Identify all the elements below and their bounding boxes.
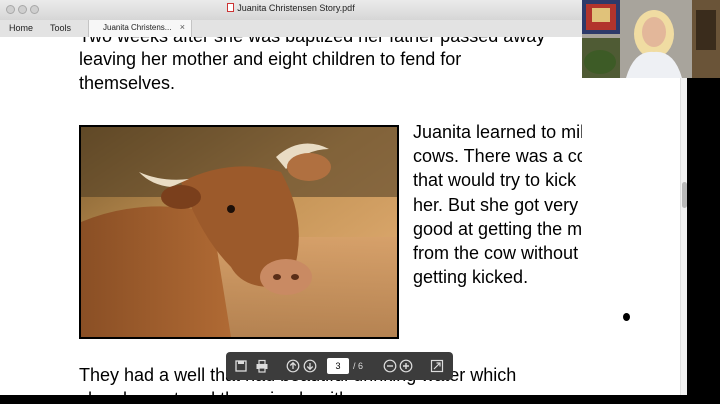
scrollbar-thumb[interactable] (682, 182, 687, 208)
mouse-cursor-icon (623, 313, 630, 321)
tab-document[interactable]: Juanita Christens... × (88, 20, 192, 37)
print-icon[interactable] (255, 359, 269, 373)
window-title-text: Juanita Christensen Story.pdf (237, 3, 355, 13)
page-number-input[interactable]: 3 (327, 358, 349, 374)
cow-illustration (81, 127, 397, 337)
tab-bar: Home Tools Juanita Christens... × (0, 20, 582, 38)
page-up-icon[interactable] (286, 359, 300, 373)
zoom-out-icon[interactable] (383, 359, 397, 373)
total-pages: / 6 (353, 361, 364, 371)
save-icon[interactable] (234, 359, 248, 373)
nav-home[interactable]: Home (9, 21, 33, 36)
document-page: Two weeks after she was baptized her fat… (0, 37, 582, 395)
cow-photo (79, 125, 399, 339)
floating-page-toolbar: 3 / 6 (226, 352, 453, 380)
side-paragraph: Juanita learned to milk cows. There was … (413, 122, 582, 288)
page-down-icon[interactable] (303, 359, 317, 373)
tab-close-icon[interactable]: × (180, 22, 185, 32)
webcam-overlay (582, 0, 720, 78)
title-bar: Juanita Christensen Story.pdf (0, 0, 582, 21)
vertical-scrollbar[interactable] (680, 78, 687, 395)
zoom-in-icon[interactable] (399, 359, 413, 373)
pdf-file-icon (227, 3, 235, 12)
doc-line-2: themselves. (79, 73, 176, 93)
document-page-margin (582, 78, 680, 395)
doc-line-1: leaving her mother and eight children to… (79, 49, 462, 69)
fit-page-icon[interactable] (430, 359, 444, 373)
tab-document-label: Juanita Christens... (103, 23, 172, 32)
nav-tools[interactable]: Tools (50, 21, 71, 36)
doc-line-bottom-partial: she also watered the animals with (79, 387, 349, 395)
window-title: Juanita Christensen Story.pdf (0, 3, 582, 13)
presenter-video (582, 0, 720, 78)
